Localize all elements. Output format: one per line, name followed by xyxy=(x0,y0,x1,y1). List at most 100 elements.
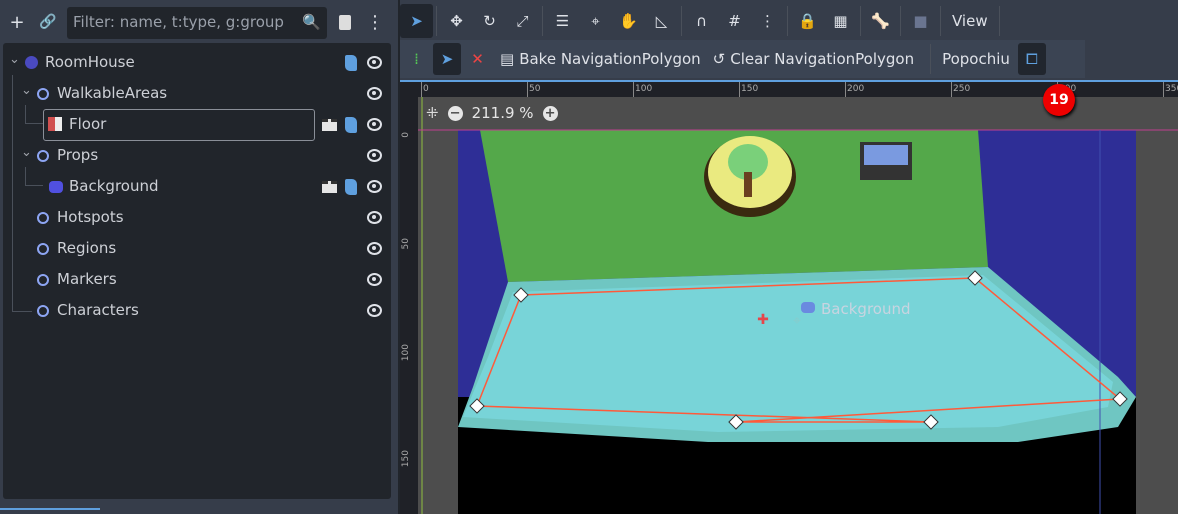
walkable-area-icon xyxy=(48,117,62,131)
pan-tool-icon[interactable]: ✋ xyxy=(612,4,645,38)
bake-navpoly-button[interactable]: ▤ Bake NavigationPolygon xyxy=(494,50,707,68)
node2d-icon xyxy=(37,305,49,317)
script-icon[interactable] xyxy=(345,117,357,133)
center-view-icon[interactable]: ⁜ xyxy=(426,104,439,122)
tree-item-markers[interactable]: Markers xyxy=(3,265,391,295)
canvas-editor: ➤ ✥ ↻ ⤢ ☰ ⌖ ✋ ◺ ∩ # ⋮ 🔒 ▦ 🦴 ■ View ⁞ ➤ ✕… xyxy=(400,0,1178,514)
navigation-toolbar: ⁞ ➤ ✕ ▤ Bake NavigationPolygon ↺ Clear Nav… xyxy=(400,40,1085,78)
delete-points-icon[interactable]: ✕ xyxy=(461,50,494,68)
chevron-down-icon[interactable]: ⌄ xyxy=(9,52,20,67)
ruler-tick-label: 250 xyxy=(953,84,971,94)
tree-item-hotspots[interactable]: Hotspots xyxy=(3,203,391,233)
visibility-eye-icon[interactable] xyxy=(367,304,382,317)
lock-icon[interactable]: 🔒 xyxy=(791,4,824,38)
node2d-icon xyxy=(37,212,49,224)
select-tool-icon[interactable]: ➤ xyxy=(400,4,433,38)
more-icon[interactable]: ⋮ xyxy=(360,7,390,37)
ruler-tick-label: 50 xyxy=(401,238,411,250)
bone-icon[interactable]: 🦴 xyxy=(864,4,897,38)
scene-tree: ⌄ RoomHouse ⌄ WalkableAreas Floor ⌄ Prop… xyxy=(3,43,391,499)
pivot-icon: ✚ xyxy=(757,312,769,328)
tree-item-regions[interactable]: Regions xyxy=(3,234,391,264)
script-icon[interactable] xyxy=(345,179,357,195)
reset-icon: ↺ xyxy=(712,50,726,68)
node2d-icon xyxy=(37,150,49,162)
visibility-eye-icon[interactable] xyxy=(367,56,382,69)
edit-points-icon[interactable]: ➤ xyxy=(433,43,461,75)
main-toolbar: ➤ ✥ ↻ ⤢ ☰ ⌖ ✋ ◺ ∩ # ⋮ 🔒 ▦ 🦴 ■ View xyxy=(400,4,1003,38)
ruler-tick xyxy=(421,82,422,97)
chevron-down-icon[interactable]: ⌄ xyxy=(21,83,32,98)
ruler-tick-label: 100 xyxy=(635,84,653,94)
popochiu-menu[interactable]: Popochiu xyxy=(934,50,1018,68)
group-icon[interactable]: ▦ xyxy=(824,4,857,38)
tree-item-characters[interactable]: Characters xyxy=(3,296,391,326)
filter-placeholder: Filter: name, t:type, g:group xyxy=(73,13,284,31)
notification-badge[interactable]: 19 xyxy=(1043,84,1075,116)
pivot-tool-icon[interactable]: ⌖ xyxy=(579,4,612,38)
tree-item-walkableareas[interactable]: ⌄ WalkableAreas xyxy=(3,79,391,109)
clapper-icon[interactable] xyxy=(322,181,337,193)
node-label: Background xyxy=(69,177,159,195)
ruler-tick xyxy=(845,82,846,97)
smart-snap-icon[interactable]: ∩ xyxy=(685,4,718,38)
view-menu[interactable]: View xyxy=(944,4,996,38)
scene-canvas[interactable]: ✚ ⌖ Background xyxy=(418,97,1178,514)
visibility-eye-icon[interactable] xyxy=(367,180,382,193)
node2d-icon xyxy=(37,88,49,100)
clear-label: Clear NavigationPolygon xyxy=(730,50,915,68)
create-points-icon[interactable]: ⁞ xyxy=(400,50,433,68)
tree-item-roomhouse[interactable]: ⌄ RoomHouse xyxy=(3,48,391,78)
camera-icon[interactable]: ■ xyxy=(904,4,937,38)
ruler-tick xyxy=(527,82,528,97)
ruler-tick xyxy=(951,82,952,97)
visibility-eye-icon[interactable] xyxy=(367,242,382,255)
visibility-eye-icon[interactable] xyxy=(367,118,382,131)
move-tool-icon[interactable]: ✥ xyxy=(440,4,473,38)
node-label: Characters xyxy=(57,301,139,319)
clapper-icon[interactable] xyxy=(322,119,337,131)
ruler-tick-label: 150 xyxy=(741,84,759,94)
zoom-out-button[interactable]: − xyxy=(447,105,463,121)
ruler-tool-icon[interactable]: ◺ xyxy=(645,4,678,38)
ruler-tick xyxy=(739,82,740,97)
grid-snap-icon[interactable]: # xyxy=(718,4,751,38)
visibility-eye-icon[interactable] xyxy=(367,149,382,162)
tree-item-floor[interactable]: Floor xyxy=(3,109,391,141)
rotate-tool-icon[interactable]: ↻ xyxy=(473,4,506,38)
room-icon xyxy=(25,56,38,69)
node2d-icon xyxy=(37,274,49,286)
zoom-level[interactable]: 211.9 % xyxy=(472,104,534,122)
tree-item-background[interactable]: Background xyxy=(3,172,391,202)
link-icon[interactable]: 🔗 xyxy=(33,7,63,37)
ruler-tick xyxy=(633,82,634,97)
node-label: Markers xyxy=(57,270,117,288)
chevron-down-icon[interactable]: ⌄ xyxy=(21,145,32,160)
ruler-tick-label: 0 xyxy=(423,84,429,94)
ruler-tick-label: 0 xyxy=(401,132,411,138)
add-node-button[interactable]: + xyxy=(2,7,32,37)
node-label: Props xyxy=(57,146,99,164)
node-label: Hotspots xyxy=(57,208,124,226)
script-icon[interactable] xyxy=(345,55,357,71)
ruler-tick-label: 200 xyxy=(847,84,865,94)
ruler-tick-label: 350 xyxy=(1165,84,1178,94)
zoom-controls: ⁜ − 211.9 % + xyxy=(426,104,558,122)
viewport[interactable]: 050100150200250300350 050100150 ✚ ⌖ Back… xyxy=(400,80,1178,514)
scale-tool-icon[interactable]: ⤢ xyxy=(506,4,539,38)
list-select-icon[interactable]: ☰ xyxy=(546,4,579,38)
visibility-eye-icon[interactable] xyxy=(367,211,382,224)
tree-item-props[interactable]: ⌄ Props xyxy=(3,141,391,171)
zoom-in-button[interactable]: + xyxy=(542,105,558,121)
ruler-vertical[interactable]: 0 50 100 150 xyxy=(400,97,418,514)
clear-navpoly-button[interactable]: ↺ Clear NavigationPolygon xyxy=(707,50,920,68)
node2d-icon xyxy=(37,243,49,255)
node-label: WalkableAreas xyxy=(57,84,168,102)
visibility-eye-icon[interactable] xyxy=(367,87,382,100)
node-label: Floor xyxy=(69,115,107,133)
visibility-eye-icon[interactable] xyxy=(367,273,382,286)
filter-input[interactable]: Filter: name, t:type, g:group 🔍 xyxy=(67,7,327,39)
polygon-edit-icon[interactable]: ⧠ xyxy=(1017,43,1046,75)
snap-options-icon[interactable]: ⋮ xyxy=(751,4,784,38)
attach-script-button[interactable] xyxy=(330,7,360,37)
